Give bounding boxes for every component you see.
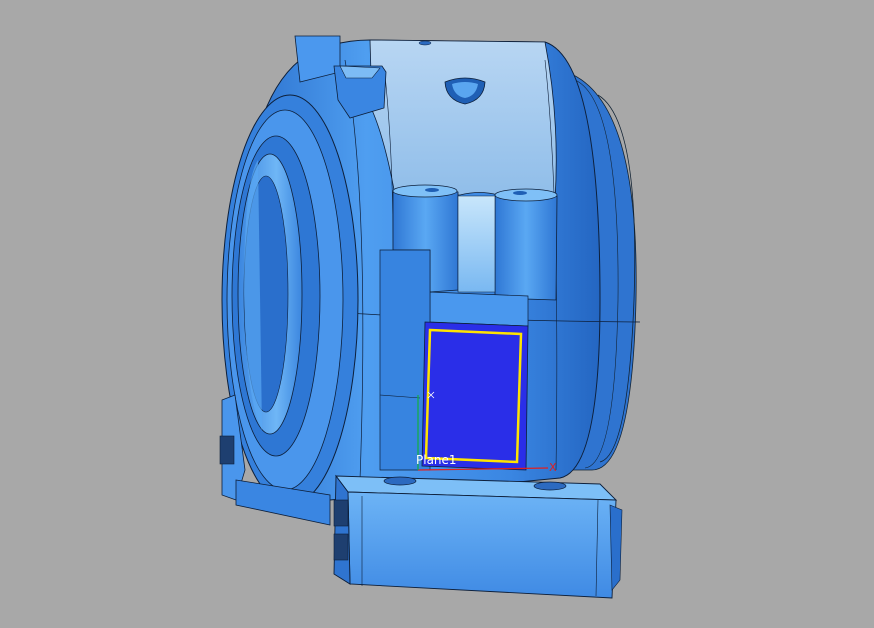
front-bore-rings	[221, 94, 359, 506]
bearing-housing-model[interactable]: X	[0, 0, 874, 628]
base-block	[333, 474, 623, 599]
3d-viewport[interactable]: X Plane1	[0, 0, 874, 628]
selected-face[interactable]	[421, 321, 529, 471]
pillar-right	[494, 188, 558, 301]
plane-label: Plane1	[416, 453, 457, 467]
x-axis-label: X	[549, 461, 557, 474]
